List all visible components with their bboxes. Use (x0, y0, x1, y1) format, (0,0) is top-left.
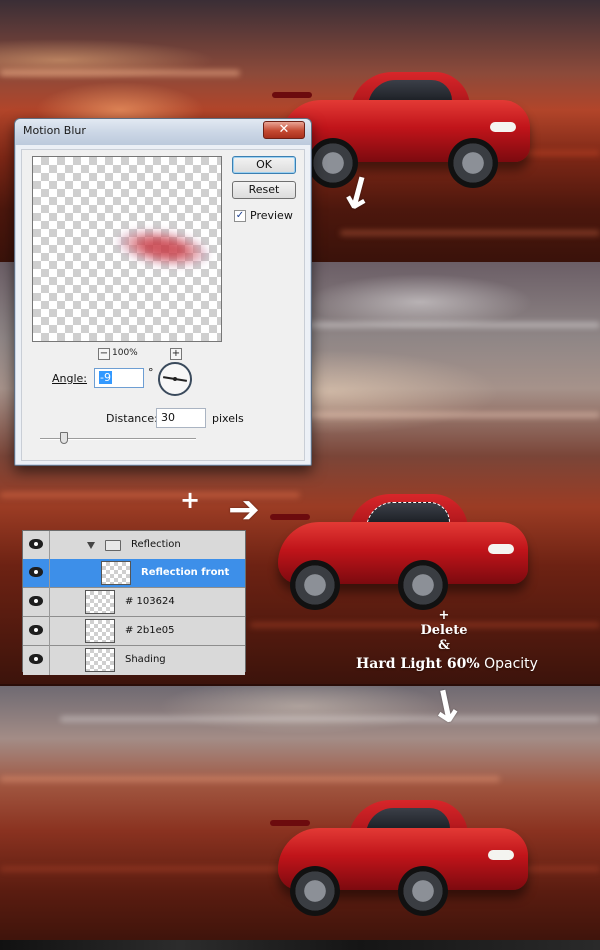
car-image-middle (270, 492, 528, 610)
layer-row-reflection-front[interactable]: Reflection front (23, 559, 245, 588)
preview-checkbox[interactable]: ✓ (234, 210, 246, 222)
layer-thumbnail (85, 590, 115, 614)
close-button[interactable]: ✕ (263, 121, 305, 139)
distance-input[interactable]: 30 (156, 408, 206, 428)
layer-row-2b1e05[interactable]: # 2b1e05 (23, 617, 245, 646)
distance-unit: pixels (212, 412, 244, 425)
zoom-level: 100% (112, 348, 138, 358)
zoom-in-button[interactable]: + (170, 348, 182, 360)
eye-icon[interactable] (29, 567, 43, 577)
blend-mode-annotation: Hard Light 60% Opacity (352, 656, 542, 672)
angle-dial[interactable] (158, 362, 192, 396)
car-image-bottom (270, 798, 528, 916)
ok-button[interactable]: OK (232, 156, 296, 174)
layers-panel: Reflection Reflection front # 103624 # 2… (22, 530, 246, 675)
folder-icon (105, 540, 121, 551)
eye-icon[interactable] (29, 654, 43, 664)
layer-label: Reflection front (141, 567, 230, 578)
distance-slider-thumb[interactable] (60, 432, 68, 444)
angle-label: Angle: (52, 372, 88, 385)
ampersand-text: & (438, 638, 450, 653)
layer-row-shading[interactable]: Shading (23, 646, 245, 675)
car-image-top (272, 70, 530, 188)
distance-label: Distance: (106, 412, 158, 425)
preview-label[interactable]: Preview (250, 209, 293, 222)
motion-blur-dialog: Motion Blur ✕ − 100% + OK Reset ✓ Previe… (14, 118, 312, 466)
delete-text: Delete (420, 623, 468, 638)
angle-value: -9 (99, 371, 112, 384)
layer-label: Reflection (131, 539, 181, 550)
layer-thumbnail (85, 648, 115, 672)
eye-icon[interactable] (29, 539, 43, 549)
hard-light-text: Hard Light 60% (356, 656, 480, 672)
opacity-text: Opacity (479, 656, 538, 672)
angle-input[interactable]: -9 (94, 368, 144, 388)
dialog-title: Motion Blur (23, 124, 86, 137)
eye-icon[interactable] (29, 625, 43, 635)
eye-icon[interactable] (29, 596, 43, 606)
plus-annotation: + (180, 486, 201, 514)
plus-note: + (438, 608, 450, 623)
reset-button[interactable]: Reset (232, 181, 296, 199)
delete-annotation: + Delete & (404, 608, 484, 653)
preview-canvas[interactable] (32, 156, 222, 342)
degree-symbol: ° (148, 366, 154, 379)
layer-thumbnail (101, 561, 131, 585)
dialog-titlebar[interactable]: Motion Blur ✕ (15, 119, 311, 145)
bottom-strip (0, 940, 600, 950)
layer-label: # 2b1e05 (125, 625, 175, 636)
layer-row-103624[interactable]: # 103624 (23, 588, 245, 617)
dialog-body: − 100% + OK Reset ✓ Preview Angle: -9 ° … (21, 149, 305, 461)
layer-row-reflection-group[interactable]: Reflection (23, 531, 245, 560)
expand-triangle-icon[interactable] (87, 542, 95, 549)
arrow-right-icon: ➔ (228, 487, 260, 531)
layer-thumbnail (85, 619, 115, 643)
blur-preview-image (114, 224, 212, 272)
layer-label: # 103624 (125, 596, 175, 607)
layer-label: Shading (125, 654, 166, 665)
zoom-out-button[interactable]: − (98, 348, 110, 360)
